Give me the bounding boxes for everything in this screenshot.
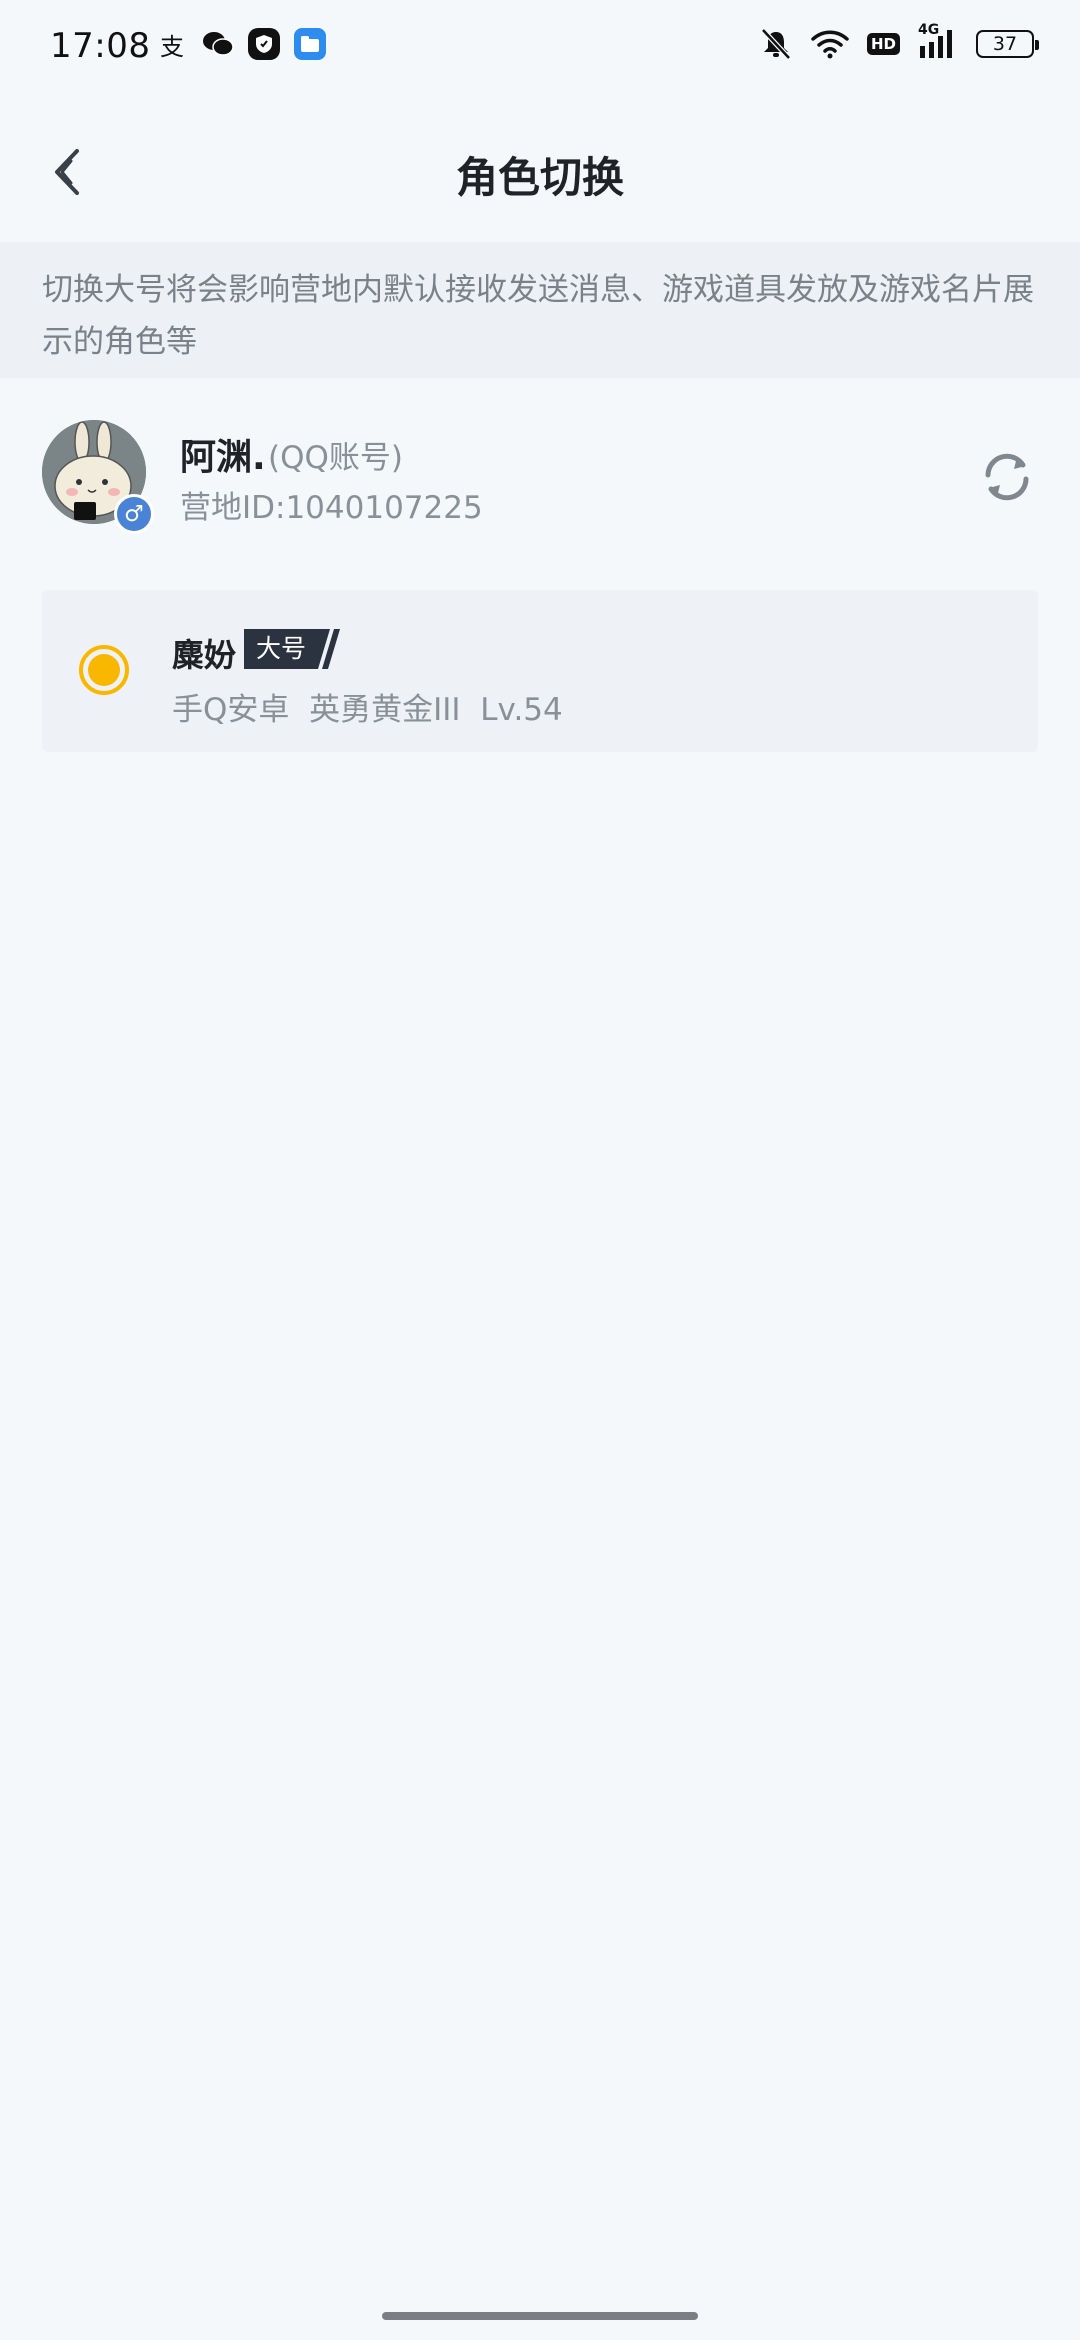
gender-male-icon: ♂ bbox=[114, 494, 154, 534]
main-account-tag: 大号 bbox=[244, 628, 342, 670]
network-type-label: 4G bbox=[918, 22, 940, 38]
shield-app-icon bbox=[248, 28, 280, 60]
refresh-icon bbox=[985, 453, 1029, 501]
alipay-icon: 支 bbox=[160, 32, 184, 61]
tag-slash-decoration bbox=[316, 629, 341, 669]
wifi-icon bbox=[811, 26, 849, 62]
home-indicator[interactable] bbox=[382, 2312, 698, 2320]
switch-account-button[interactable] bbox=[976, 446, 1038, 508]
files-app-icon bbox=[294, 28, 326, 60]
account-info: ♂ 阿渊. (QQ账号) 营地ID:1040107225 bbox=[0, 404, 1080, 554]
battery-icon: 37 bbox=[976, 30, 1039, 58]
wechat-icon bbox=[202, 28, 234, 60]
selected-radio[interactable] bbox=[78, 644, 130, 696]
role-name: 麋妢 bbox=[172, 636, 237, 674]
status-time: 17:08 bbox=[50, 26, 151, 66]
status-app-icons: 支 bbox=[156, 28, 326, 61]
hd-icon: HD bbox=[866, 26, 900, 62]
role-tag-label: 大号 bbox=[244, 629, 317, 669]
battery-level: 37 bbox=[992, 33, 1018, 55]
notice-text: 切换大号将会影响营地内默认接收发送消息、游戏道具发放及游戏名片展示的角色等 bbox=[0, 242, 1080, 378]
account-id: 营地ID:1040107225 bbox=[180, 490, 483, 526]
page-title: 角色切换 bbox=[455, 153, 624, 202]
title-bar: 角色切换 bbox=[0, 120, 1080, 224]
status-bar: 17:08 支 HD 4G 37 bbox=[0, 0, 1080, 96]
status-indicators: HD 4G 37 bbox=[759, 22, 1039, 62]
role-item[interactable]: 麋妢 大号 手Q安卓 英勇黄金III Lv.54 bbox=[42, 590, 1038, 752]
cellular-signal-icon: 4G bbox=[918, 22, 958, 62]
mute-bell-icon bbox=[759, 26, 793, 62]
account-name: 阿渊. bbox=[180, 437, 266, 478]
account-type: (QQ账号) bbox=[268, 440, 403, 476]
role-detail: 手Q安卓 英勇黄金III Lv.54 bbox=[172, 692, 563, 728]
